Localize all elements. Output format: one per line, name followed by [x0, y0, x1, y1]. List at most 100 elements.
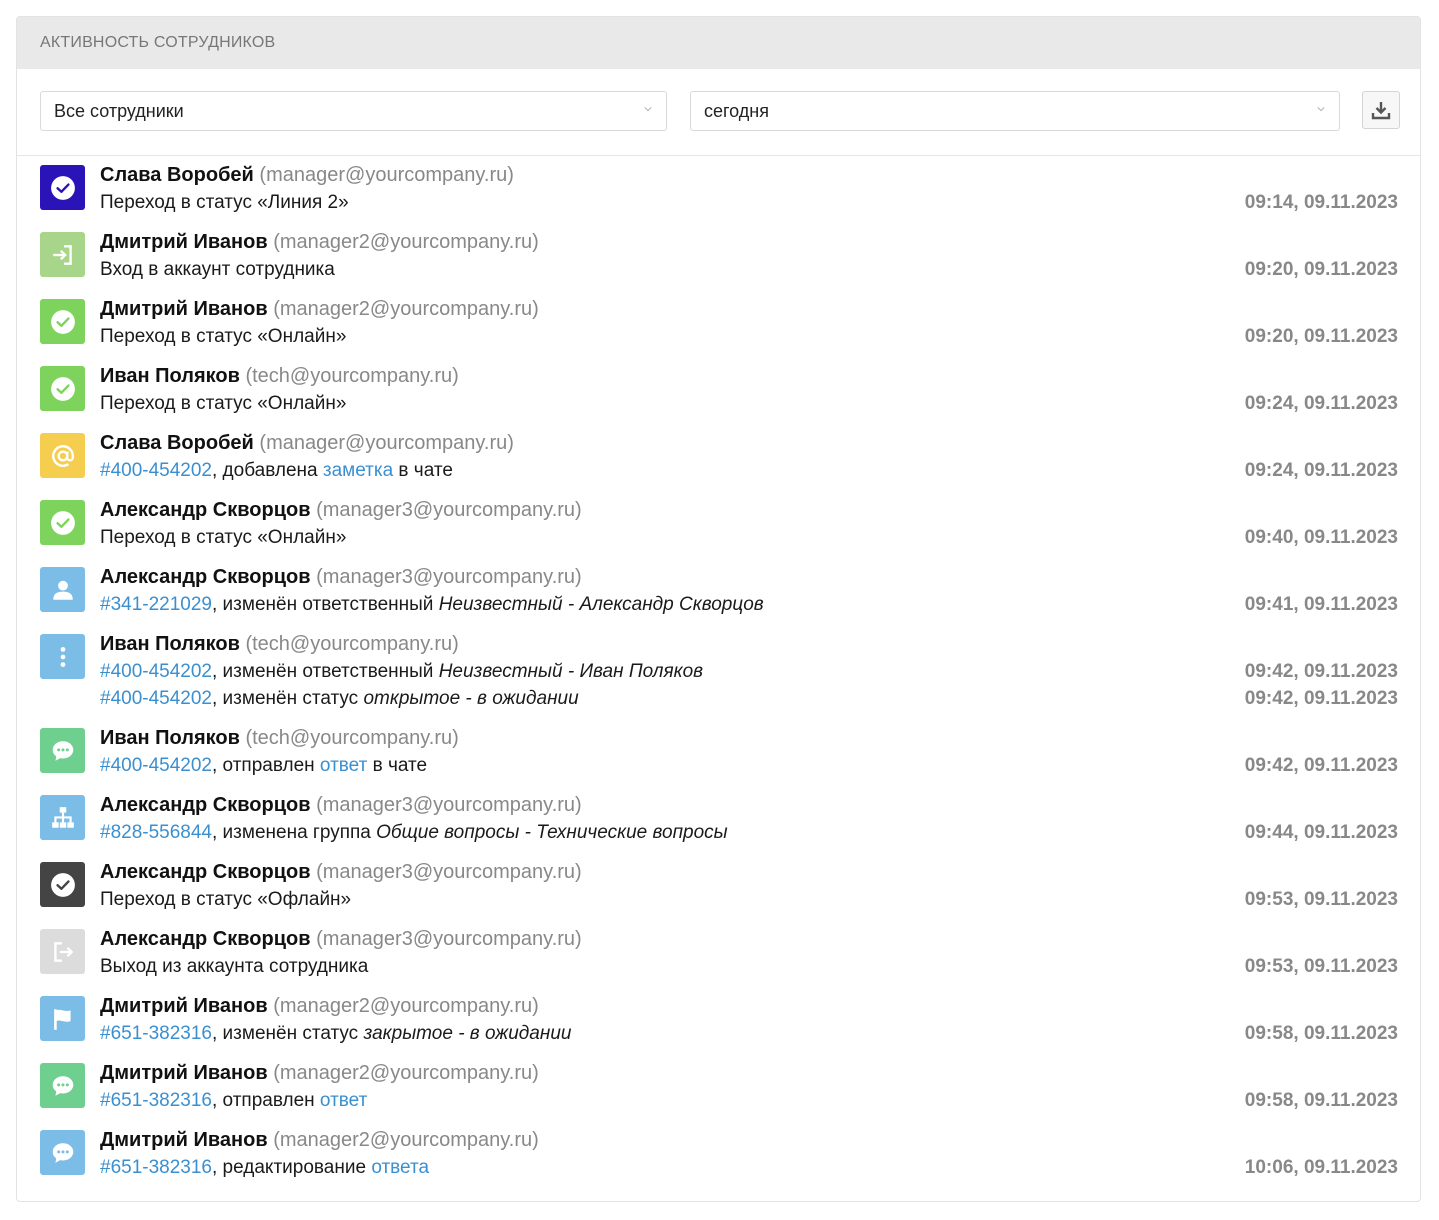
- message-link[interactable]: заметка: [323, 460, 393, 481]
- entry-header: Дмитрий Иванов (manager2@yourcompany.ru): [100, 1127, 539, 1153]
- entry-header: Дмитрий Иванов (manager2@yourcompany.ru): [100, 993, 539, 1019]
- entry-header: Александр Скворцов (manager3@yourcompany…: [100, 926, 582, 952]
- employee-email: (manager@yourcompany.ru): [259, 432, 514, 454]
- activity-panel: АКТИВНОСТЬ СОТРУДНИКОВ Все сотрудники се…: [16, 16, 1421, 1202]
- action-text: #651-382316, изменён статус закрытое - в…: [100, 1021, 571, 1047]
- chevron-down-icon: [1317, 107, 1325, 112]
- timestamp: 09:20, 09.11.2023: [1244, 326, 1398, 347]
- entry-header: Александр Скворцов (manager3@yourcompany…: [100, 497, 582, 523]
- action-label: Переход в статус «Линия 2»: [100, 192, 349, 213]
- message-link[interactable]: ответ: [320, 755, 367, 776]
- action-label: , изменён ответственный: [212, 661, 439, 682]
- chat-bubble-icon: [40, 728, 85, 773]
- action-text: #400-454202, отправлен ответ в чате: [100, 753, 427, 779]
- timestamp: 09:20, 09.11.2023: [1244, 259, 1398, 280]
- action-text: #400-454202, изменён статус открытое - в…: [100, 686, 579, 712]
- employees-select-value: Все сотрудники: [54, 100, 184, 121]
- entry-header: Иван Поляков (tech@yourcompany.ru): [100, 725, 459, 751]
- action-text: #400-454202, изменён ответственный Неизв…: [100, 659, 703, 685]
- action-label: Вход в аккаунт сотрудника: [100, 259, 335, 280]
- employee-email: (tech@yourcompany.ru): [245, 365, 459, 387]
- entry-header: Дмитрий Иванов (manager2@yourcompany.ru): [100, 229, 539, 255]
- employee-email: (manager2@yourcompany.ru): [273, 231, 539, 253]
- action-text: Вход в аккаунт сотрудника: [100, 257, 335, 283]
- activity-entry: Александр Скворцов (manager3@yourcompany…: [17, 558, 1420, 625]
- chat-bubble-icon: [40, 1063, 85, 1108]
- employee-name: Александр Скворцов: [100, 928, 311, 950]
- check-circle-icon: [40, 299, 85, 344]
- activity-entry: Дмитрий Иванов (manager2@yourcompany.ru)…: [17, 1054, 1420, 1121]
- logout-icon: [40, 929, 85, 974]
- download-button[interactable]: [1362, 91, 1400, 129]
- ticket-link[interactable]: #400-454202: [100, 755, 212, 776]
- action-text: Переход в статус «Офлайн»: [100, 887, 351, 913]
- login-icon: [40, 232, 85, 277]
- ticket-link[interactable]: #400-454202: [100, 460, 212, 481]
- check-circle-icon: [40, 862, 85, 907]
- change-detail: закрытое - в ожидании: [363, 1023, 572, 1044]
- timestamp: 10:06, 09.11.2023: [1244, 1157, 1398, 1178]
- action-text: #341-221029, изменён ответственный Неизв…: [100, 592, 764, 618]
- download-icon: [1371, 102, 1391, 120]
- timestamp: 09:24, 09.11.2023: [1244, 393, 1398, 414]
- ticket-link[interactable]: #651-382316: [100, 1157, 212, 1178]
- activity-entry: Дмитрий Иванов (manager2@yourcompany.ru)…: [17, 987, 1420, 1054]
- employee-name: Дмитрий Иванов: [100, 298, 268, 320]
- action-text: Переход в статус «Онлайн»: [100, 391, 346, 417]
- period-select[interactable]: сегодня: [690, 91, 1340, 131]
- employee-name: Александр Скворцов: [100, 861, 311, 883]
- filters-bar: Все сотрудники сегодня: [17, 69, 1420, 156]
- activity-entry: Дмитрий Иванов (manager2@yourcompany.ru)…: [17, 1121, 1420, 1188]
- change-detail: Неизвестный - Александр Скворцов: [438, 594, 764, 615]
- ticket-link[interactable]: #828-556844: [100, 822, 212, 843]
- action-label: в чате: [393, 460, 453, 481]
- action-label: , изменён ответственный: [212, 594, 439, 615]
- action-text: #651-382316, редактирование ответа: [100, 1155, 429, 1181]
- at-icon: [40, 433, 85, 478]
- panel-title: АКТИВНОСТЬ СОТРУДНИКОВ: [40, 34, 276, 51]
- activity-entry: Иван Поляков (tech@yourcompany.ru) #400-4…: [17, 625, 1420, 719]
- employee-email: (manager@yourcompany.ru): [259, 164, 514, 186]
- user-icon: [40, 567, 85, 612]
- action-text: Переход в статус «Онлайн»: [100, 324, 346, 350]
- action-label: , отправлен: [212, 1090, 320, 1111]
- employee-email: (manager2@yourcompany.ru): [273, 995, 539, 1017]
- ticket-link[interactable]: #651-382316: [100, 1090, 212, 1111]
- ticket-link[interactable]: #400-454202: [100, 688, 212, 709]
- timestamp: 09:58, 09.11.2023: [1244, 1090, 1398, 1111]
- ticket-link[interactable]: #341-221029: [100, 594, 212, 615]
- action-text: #828-556844, изменена группа Общие вопро…: [100, 820, 728, 846]
- action-text: Переход в статус «Онлайн»: [100, 525, 346, 551]
- message-link[interactable]: ответа: [371, 1157, 429, 1178]
- entry-header: Александр Скворцов (manager3@yourcompany…: [100, 859, 582, 885]
- employees-select[interactable]: Все сотрудники: [40, 91, 667, 131]
- employee-name: Слава Воробей: [100, 164, 254, 186]
- timestamp: 09:58, 09.11.2023: [1244, 1023, 1398, 1044]
- timestamp: 09:44, 09.11.2023: [1244, 822, 1398, 843]
- ticket-link[interactable]: #651-382316: [100, 1023, 212, 1044]
- dots-vertical-icon: [40, 634, 85, 679]
- action-label: , изменён статус: [212, 688, 364, 709]
- timestamp: 09:42, 09.11.2023: [1244, 688, 1398, 709]
- message-link[interactable]: ответ: [320, 1090, 367, 1111]
- period-select-value: сегодня: [704, 100, 769, 121]
- action-label: , редактирование: [212, 1157, 372, 1178]
- timestamp: 09:42, 09.11.2023: [1244, 661, 1398, 682]
- action-label: Переход в статус «Онлайн»: [100, 527, 347, 548]
- check-circle-icon: [40, 165, 85, 210]
- entry-header: Александр Скворцов (manager3@yourcompany…: [100, 792, 582, 818]
- employee-email: (manager3@yourcompany.ru): [316, 566, 582, 588]
- action-label: , изменён статус: [212, 1023, 364, 1044]
- timestamp: 09:53, 09.11.2023: [1244, 889, 1398, 910]
- employee-email: (manager2@yourcompany.ru): [273, 1062, 539, 1084]
- timestamp: 09:41, 09.11.2023: [1244, 594, 1398, 615]
- activity-entry: Александр Скворцов (manager3@yourcompany…: [17, 853, 1420, 920]
- employee-email: (manager3@yourcompany.ru): [316, 499, 582, 521]
- chat-bubble-icon: [40, 1130, 85, 1175]
- employee-name: Дмитрий Иванов: [100, 1062, 268, 1084]
- action-text: Переход в статус «Линия 2»: [100, 190, 349, 216]
- change-detail: Неизвестный - Иван Поляков: [438, 661, 704, 682]
- ticket-link[interactable]: #400-454202: [100, 661, 212, 682]
- entry-header: Слава Воробей (manager@yourcompany.ru): [100, 430, 514, 456]
- change-detail: открытое - в ожидании: [363, 688, 579, 709]
